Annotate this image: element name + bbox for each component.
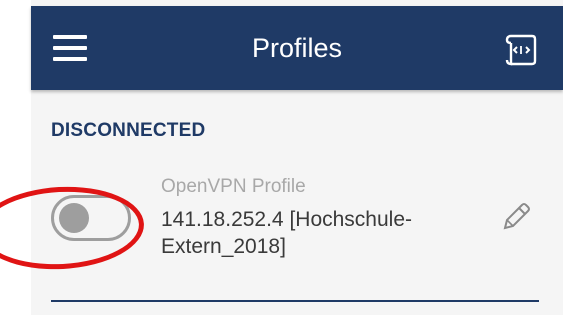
profile-list-item: OpenVPN Profile 141.18.252.4 [Hochschule… bbox=[31, 170, 563, 280]
app-screen: Profiles DISCONNECTED OpenVPN Profile 14… bbox=[31, 0, 563, 315]
profile-server-label: 141.18.252.4 [Hochschule-Extern_2018] bbox=[161, 208, 413, 258]
page: Profiles DISCONNECTED OpenVPN Profile 14… bbox=[0, 0, 563, 315]
profile-type-label: OpenVPN Profile bbox=[161, 176, 306, 197]
hamburger-menu-icon[interactable] bbox=[53, 35, 87, 61]
import-file-icon[interactable] bbox=[501, 30, 541, 70]
toggle-knob bbox=[59, 203, 89, 233]
divider bbox=[51, 300, 539, 302]
pencil-icon[interactable] bbox=[499, 200, 533, 234]
connection-toggle[interactable] bbox=[51, 195, 131, 241]
app-header: Profiles bbox=[31, 6, 563, 90]
connection-status-label: DISCONNECTED bbox=[51, 120, 206, 141]
page-title: Profiles bbox=[251, 33, 343, 63]
